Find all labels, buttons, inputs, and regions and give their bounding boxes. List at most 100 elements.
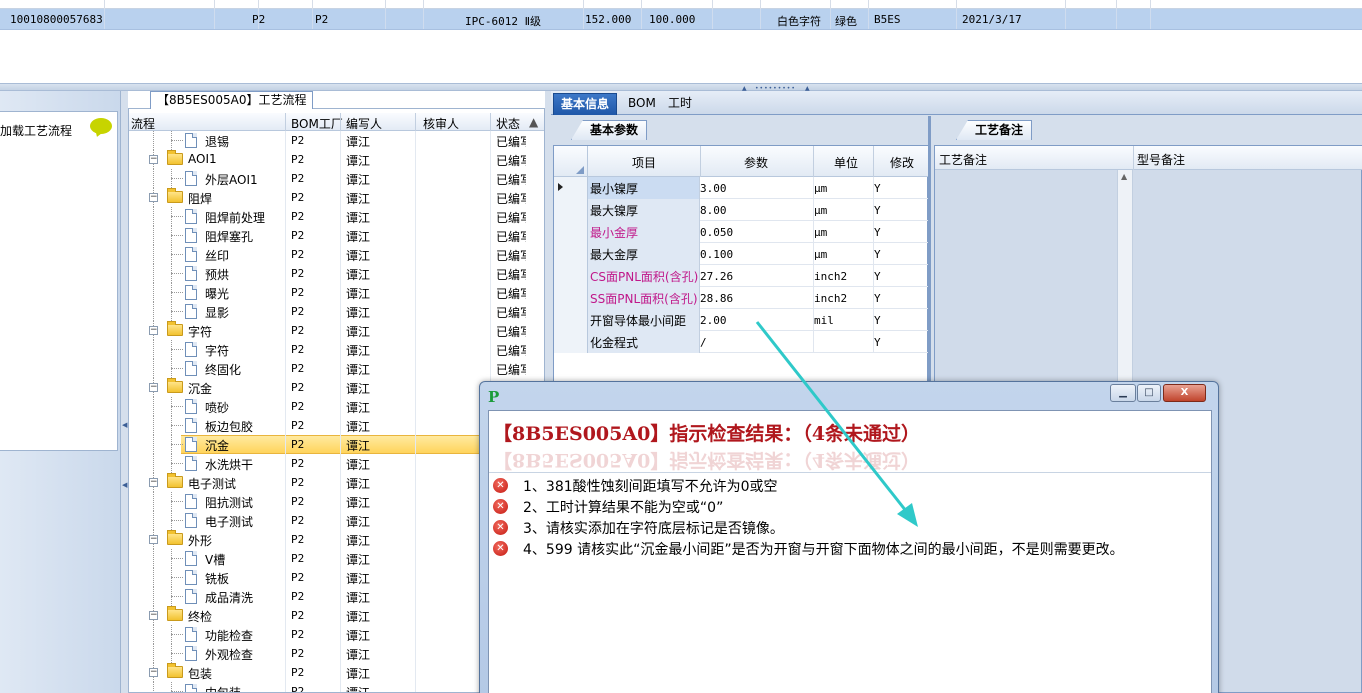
close-button[interactable]: X [1163, 384, 1206, 402]
bom-cell: P2 [291, 666, 305, 679]
collapse-toggle-icon[interactable]: − [149, 155, 158, 164]
tab-basic-params[interactable]: 基本参数 [571, 120, 648, 140]
param-row[interactable]: 最大金厚 0.100 μm Y [554, 243, 928, 265]
tree-row[interactable]: 曝光 P2 谭江 已编写 [129, 283, 544, 302]
column-divider [340, 321, 341, 340]
row-header[interactable] [554, 287, 588, 309]
load-process-link[interactable]: 加载工艺流程 [0, 122, 72, 139]
folder-icon [167, 663, 183, 678]
tree-row[interactable]: 终固化 P2 谭江 已编写 [129, 359, 544, 378]
col-header-item[interactable]: 项目 [632, 154, 656, 171]
col-header-unit[interactable]: 单位 [834, 154, 858, 171]
comment-bubble-icon[interactable] [90, 118, 112, 134]
tree-row[interactable]: 显影 P2 谭江 已编写 [129, 302, 544, 321]
tree-row[interactable]: 预烘 P2 谭江 已编写 [129, 264, 544, 283]
param-value-cell[interactable]: 0.100 [700, 248, 733, 261]
tree-node-label: 阻焊塞孔 [205, 230, 254, 244]
column-divider [340, 302, 341, 321]
scroll-up-arrow-icon[interactable]: ▲ [529, 115, 538, 129]
param-row[interactable]: 最大镍厚 8.00 μm Y [554, 199, 928, 221]
column-divider [340, 359, 341, 378]
col-header-author[interactable]: 编写人 [346, 115, 382, 132]
col-header-param[interactable]: 参数 [744, 154, 768, 171]
param-value-cell[interactable]: 8.00 [700, 204, 727, 217]
error-message-text: 4、599 请核实此“沉金最小间距”是否为开窗与开窗下面物体之间的最小间距，不是… [523, 542, 1124, 558]
row-header[interactable] [554, 265, 588, 287]
scroll-up-arrow-icon[interactable]: ▲ [1121, 172, 1127, 181]
col-header-modify[interactable]: 修改 [890, 154, 914, 171]
row-header[interactable] [554, 309, 588, 331]
document-icon [185, 646, 197, 661]
param-value-cell[interactable]: 3.00 [700, 182, 727, 195]
top-cell-id: 10010800057683 [10, 13, 103, 26]
row-header[interactable] [554, 199, 588, 221]
tab-bom[interactable]: BOM [621, 93, 663, 115]
column-divider [340, 606, 341, 625]
column-divider [415, 321, 416, 340]
left-splitter[interactable]: ◀ ◀ [120, 91, 128, 693]
tree-row[interactable]: 阻焊前处理 P2 谭江 已编写 [129, 207, 544, 226]
param-row[interactable]: 最小镍厚 3.00 μm Y [554, 177, 928, 199]
collapse-toggle-icon[interactable]: − [149, 478, 158, 487]
tree-guide-line [171, 691, 183, 692]
param-row[interactable]: 开窗导体最小间距 2.00 mil Y [554, 309, 928, 331]
param-row[interactable]: SS面PNL面积(含孔) 28.86 inch2 Y [554, 287, 928, 309]
tab-basic-info[interactable]: 基本信息 [553, 93, 618, 115]
col-header-model-remark[interactable]: 型号备注 [1137, 151, 1185, 168]
col-header-reviewer[interactable]: 核审人 [423, 115, 459, 132]
col-header-process[interactable]: 流程 [131, 115, 155, 132]
param-value-cell[interactable]: / [700, 336, 707, 349]
tree-node-label: 预烘 [205, 268, 230, 282]
column-divider [415, 682, 416, 692]
author-cell: 谭江 [346, 173, 371, 187]
tree-guide-line [171, 463, 183, 464]
tab-work-hours[interactable]: 工时 [661, 93, 699, 115]
param-row[interactable]: 化金程式 / Y [554, 331, 928, 353]
tree-row[interactable]: − AOI1 P2 谭江 已编写 [129, 150, 544, 169]
param-row[interactable]: 最小金厚 0.050 μm Y [554, 221, 928, 243]
col-header-status[interactable]: 状态 [496, 115, 520, 132]
collapse-left-arrow-icon[interactable]: ◀ [122, 421, 127, 429]
param-value-cell[interactable]: 2.00 [700, 314, 727, 327]
row-header[interactable] [554, 243, 588, 265]
tree-row[interactable]: 字符 P2 谭江 已编写 [129, 340, 544, 359]
dialog-title-bar[interactable]: P ▁ □ X [480, 382, 1218, 408]
col-header-bom[interactable]: BOM工厂 [291, 115, 343, 132]
collapse-toggle-icon[interactable]: − [149, 326, 158, 335]
param-value-cell[interactable]: 27.26 [700, 270, 733, 283]
param-value-cell[interactable]: 0.050 [700, 226, 733, 239]
row-header[interactable] [554, 221, 588, 243]
status-cell: 已编写 [496, 325, 526, 339]
tree-row[interactable]: − 阻焊 P2 谭江 已编写 [129, 188, 544, 207]
collapse-toggle-icon[interactable]: − [149, 668, 158, 677]
tree-row[interactable]: 退锡 P2 谭江 已编写 [129, 131, 544, 150]
tree-row[interactable]: 阻焊塞孔 P2 谭江 已编写 [129, 226, 544, 245]
collapse-toggle-icon[interactable]: − [149, 193, 158, 202]
author-cell: 谭江 [346, 686, 371, 693]
top-grid-selected-row[interactable]: 10010800057683 P2 P2 IPC-6012 Ⅱ级 152.000… [0, 9, 1362, 30]
tree-row[interactable]: 丝印 P2 谭江 已编写 [129, 245, 544, 264]
tab-process-remarks[interactable]: 工艺备注 [956, 120, 1033, 140]
maximize-button[interactable]: □ [1137, 384, 1161, 402]
tree-guide-line [153, 644, 154, 663]
param-row[interactable]: CS面PNL面积(含孔) 27.26 inch2 Y [554, 265, 928, 287]
collapse-toggle-icon[interactable]: − [149, 611, 158, 620]
collapse-toggle-icon[interactable]: − [149, 535, 158, 544]
status-cell: 已编写 [496, 230, 526, 244]
collapse-toggle-icon[interactable]: − [149, 383, 158, 392]
horizontal-splitter[interactable]: ▲ ••••••••• ▲ [0, 83, 1362, 92]
tree-row[interactable]: − 字符 P2 谭江 已编写 [129, 321, 544, 340]
column-divider [340, 473, 341, 492]
param-value-cell[interactable]: 28.86 [700, 292, 733, 305]
column-divider [285, 359, 286, 378]
column-divider [873, 309, 874, 331]
collapse-left-arrow2-icon[interactable]: ◀ [122, 481, 127, 489]
row-header[interactable] [554, 331, 588, 353]
row-header[interactable] [554, 177, 588, 199]
tree-row[interactable]: 外层AOI1 P2 谭江 已编写 [129, 169, 544, 188]
col-header-process-remark[interactable]: 工艺备注 [939, 151, 987, 168]
params-grid-rows: 最小镍厚 3.00 μm Y 最大镍厚 8.00 μm Y 最小金厚 0.050 μm Y 最大金厚 0.… [554, 177, 928, 353]
column-divider [285, 644, 286, 663]
minimize-button[interactable]: ▁ [1110, 384, 1136, 402]
tree-guide-line [153, 359, 154, 378]
